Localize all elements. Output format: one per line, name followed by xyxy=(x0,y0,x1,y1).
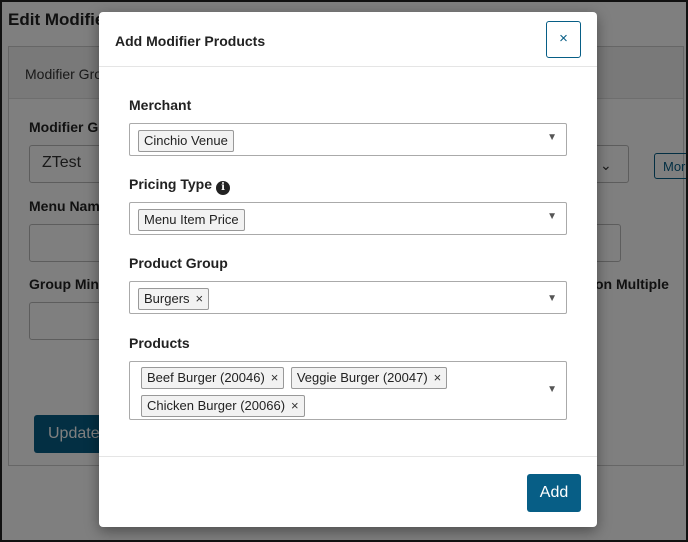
remove-tag-icon[interactable]: × xyxy=(271,370,279,386)
pricing-type-label: Pricing Type i xyxy=(129,176,230,195)
close-icon: × xyxy=(559,30,568,47)
product-group-tag: Burgers × xyxy=(138,288,210,310)
merchant-label: Merchant xyxy=(129,97,192,113)
tag-label: Burgers xyxy=(144,291,190,306)
product-tag: Veggie Burger (20047) × xyxy=(290,367,448,389)
tag-label: Chicken Burger (20066) xyxy=(147,398,286,413)
products-select[interactable]: Beef Burger (20046) × Veggie Burger (2004… xyxy=(129,361,567,420)
modal-title: Add Modifier Products xyxy=(115,33,266,49)
dropdown-arrow-icon: ▼ xyxy=(547,293,557,304)
add-modifier-products-modal: Add Modifier Products × Merchant Cinchio… xyxy=(99,12,597,527)
remove-tag-icon[interactable]: × xyxy=(196,291,204,307)
product-tag: Beef Burger (20046) × xyxy=(141,367,285,389)
products-label: Products xyxy=(129,335,190,351)
merchant-select[interactable]: Cinchio Venue ▼ xyxy=(129,123,567,156)
modal-header: Add Modifier Products × xyxy=(99,12,597,67)
remove-tag-icon[interactable]: × xyxy=(291,398,299,414)
product-group-select[interactable]: Burgers × ▼ xyxy=(129,281,567,314)
pricing-type-select[interactable]: Menu Item Price ▼ xyxy=(129,202,567,235)
pricing-type-label-text: Pricing Type xyxy=(129,176,212,192)
info-icon[interactable]: i xyxy=(215,181,230,195)
modal-footer: Add xyxy=(99,456,597,527)
remove-tag-icon[interactable]: × xyxy=(434,370,442,386)
close-button[interactable]: × xyxy=(546,21,581,58)
tag-label: Beef Burger (20046) xyxy=(147,370,265,385)
dropdown-arrow-icon: ▼ xyxy=(547,132,557,143)
dropdown-arrow-icon: ▼ xyxy=(547,211,557,222)
product-group-label: Product Group xyxy=(129,255,228,271)
add-button[interactable]: Add xyxy=(527,474,581,512)
pricing-type-selected-value: Menu Item Price xyxy=(138,209,245,231)
product-tag: Chicken Burger (20066) × xyxy=(141,395,305,417)
browser-frame: Edit Modifier Modifier Gro Modifier G ZT… xyxy=(0,0,688,542)
merchant-selected-value: Cinchio Venue xyxy=(138,130,234,152)
tag-label: Veggie Burger (20047) xyxy=(296,370,428,385)
dropdown-arrow-icon: ▼ xyxy=(547,384,557,395)
